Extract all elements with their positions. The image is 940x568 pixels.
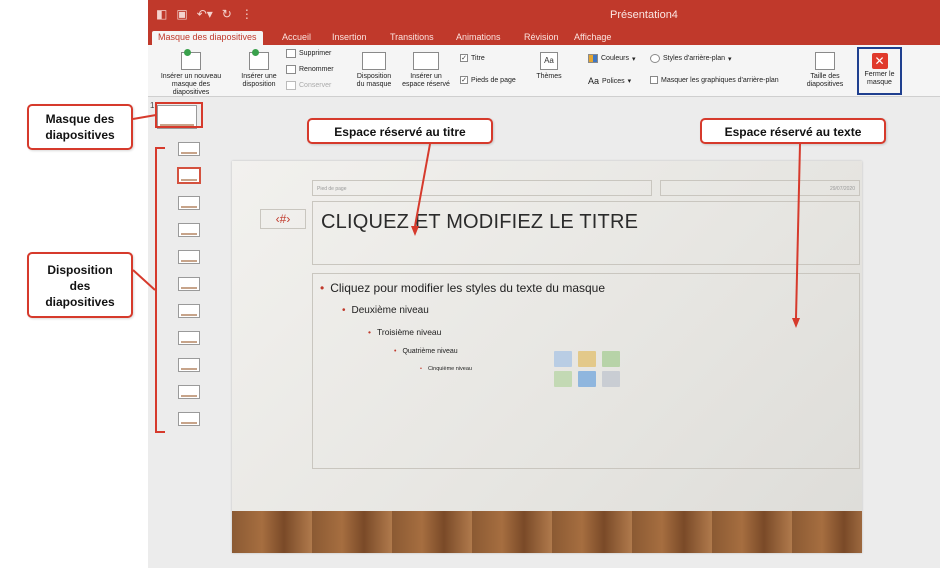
master-highlight-box bbox=[155, 102, 203, 128]
slide-size-label: Taille des diapositives bbox=[806, 73, 844, 88]
text-level-5: • Cinquième niveau bbox=[420, 366, 472, 372]
chevron-down-icon: ▾ bbox=[728, 55, 732, 63]
powerpoint-window: ◧ ▣ ↶▾ ↻ ⋮ Présentation4 Masque des diap… bbox=[148, 0, 940, 568]
hide-background-checkbox[interactable]: Masquer les graphiques d'arrière-plan bbox=[650, 76, 779, 84]
slide-number-placeholder[interactable]: ‹#› bbox=[260, 209, 306, 229]
layout-thumbnail[interactable] bbox=[178, 385, 200, 399]
master-layout-button[interactable]: Disposition du masque bbox=[352, 52, 396, 89]
text-level-4: • Quatrième niveau bbox=[394, 348, 458, 355]
themes-button[interactable]: Aa Thèmes bbox=[532, 52, 566, 81]
picture-icon[interactable] bbox=[554, 371, 572, 387]
date-placeholder[interactable]: 29/07/2020 bbox=[660, 180, 860, 196]
callout-title-placeholder: Espace réservé au titre bbox=[307, 118, 493, 144]
insert-layout-label: Insérer une disposition bbox=[241, 73, 277, 88]
callout-slide-master: Masque des diapositives bbox=[27, 104, 133, 150]
chart-icon[interactable] bbox=[578, 351, 596, 367]
layout-thumbnail[interactable] bbox=[178, 142, 200, 156]
master-layout-label: Disposition du masque bbox=[356, 73, 392, 88]
background-styles-button[interactable]: Styles d'arrière-plan ▾ bbox=[650, 54, 732, 63]
fonts-icon: Aa bbox=[588, 76, 600, 86]
layout-thumbnail[interactable] bbox=[177, 167, 201, 184]
delete-icon bbox=[286, 49, 296, 58]
insert-layout-button[interactable]: Insérer une disposition bbox=[238, 49, 280, 89]
layout-thumbnail[interactable] bbox=[178, 277, 200, 291]
folder-icon[interactable] bbox=[578, 371, 596, 387]
layout-thumbnail[interactable] bbox=[178, 223, 200, 237]
insert-master-button[interactable]: Insérer un nouveau masque des diapositiv… bbox=[156, 49, 226, 97]
checkbox-empty-icon bbox=[650, 76, 658, 84]
tab-home[interactable]: Accueil bbox=[276, 31, 317, 45]
video-icon[interactable] bbox=[602, 371, 620, 387]
callout-layouts: Disposition des diapositives bbox=[27, 252, 133, 318]
table-icon[interactable] bbox=[554, 351, 572, 367]
chevron-down-icon: ▾ bbox=[632, 55, 636, 63]
slide-number: 1 bbox=[150, 101, 155, 110]
smartart-icon[interactable] bbox=[602, 351, 620, 367]
layout-thumbnail[interactable] bbox=[178, 412, 200, 426]
close-master-button[interactable]: ✕ Fermer le masque bbox=[857, 47, 902, 95]
background-styles-icon bbox=[650, 54, 660, 63]
app: ◧ ▣ ↶▾ ↻ ⋮ Présentation4 Masque des diap… bbox=[0, 0, 940, 568]
ribbon-tabs: Masque des diapositives Accueil Insertio… bbox=[148, 30, 940, 45]
insert-master-icon bbox=[181, 49, 201, 70]
themes-icon: Aa bbox=[540, 52, 558, 70]
wood-floor-background bbox=[232, 511, 862, 553]
tab-insert[interactable]: Insertion bbox=[326, 31, 373, 45]
insert-master-label: Insérer un nouveau masque des diapositiv… bbox=[160, 73, 222, 96]
insert-placeholder-button[interactable]: Insérer un espace réservé bbox=[400, 52, 452, 89]
footers-checkbox[interactable]: ✓ Pieds de page bbox=[460, 76, 516, 84]
slide-size-icon bbox=[815, 52, 835, 70]
fonts-button[interactable]: Aa Polices ▾ bbox=[588, 76, 631, 86]
tab-view[interactable]: Affichage bbox=[568, 31, 617, 45]
layout-thumbnail[interactable] bbox=[178, 358, 200, 372]
slide-canvas: Pied de page 29/07/2020 ‹#› CLIQUEZ ET M… bbox=[216, 97, 940, 568]
title-bar: ◧ ▣ ↶▾ ↻ ⋮ Présentation4 bbox=[148, 0, 940, 30]
slide-master[interactable]: Pied de page 29/07/2020 ‹#› CLIQUEZ ET M… bbox=[232, 161, 862, 553]
slide-title: CLIQUEZ ET MODIFIEZ LE TITRE bbox=[321, 211, 639, 233]
tab-transitions[interactable]: Transitions bbox=[384, 31, 440, 45]
rename-icon bbox=[286, 65, 296, 74]
footer-placeholder[interactable]: Pied de page bbox=[312, 180, 652, 196]
close-icon: ✕ bbox=[871, 53, 888, 69]
delete-button[interactable]: Supprimer bbox=[286, 49, 331, 58]
chevron-down-icon: ▾ bbox=[627, 78, 632, 85]
content-insert-icons bbox=[554, 351, 622, 387]
checkmark-icon: ✓ bbox=[460, 54, 468, 62]
insert-placeholder-label: Insérer un espace réservé bbox=[402, 73, 450, 88]
document-title: Présentation4 bbox=[610, 9, 678, 21]
text-level-1: • Cliquez pour modifier les styles du tex… bbox=[320, 281, 606, 295]
slide-size-button[interactable]: Taille des diapositives bbox=[802, 52, 848, 89]
title-checkbox[interactable]: ✓ Titre bbox=[460, 54, 485, 62]
layout-thumbnail[interactable] bbox=[178, 331, 200, 345]
tab-slide-master[interactable]: Masque des diapositives bbox=[152, 31, 263, 45]
preserve-button[interactable]: Conserver bbox=[286, 81, 331, 90]
themes-label: Thèmes bbox=[536, 73, 562, 80]
close-master-label: Fermer le masque bbox=[864, 71, 895, 86]
master-layout-icon bbox=[362, 52, 386, 70]
ribbon: Insérer un nouveau masque des diapositiv… bbox=[148, 45, 940, 97]
preserve-icon bbox=[286, 81, 296, 90]
insert-placeholder-icon bbox=[413, 52, 439, 70]
text-level-3: • Troisième niveau bbox=[368, 327, 442, 337]
layouts-bracket bbox=[155, 147, 165, 433]
insert-layout-icon bbox=[249, 49, 269, 70]
layout-thumbnail[interactable] bbox=[178, 196, 200, 210]
text-level-2: • Deuxième niveau bbox=[342, 305, 429, 316]
callout-text-placeholder: Espace réservé au texte bbox=[700, 118, 886, 144]
colors-icon bbox=[588, 54, 598, 63]
rename-button[interactable]: Renommer bbox=[286, 65, 334, 74]
tab-review[interactable]: Révision bbox=[518, 31, 565, 45]
tab-animations[interactable]: Animations bbox=[450, 31, 507, 45]
layout-thumbnail[interactable] bbox=[178, 304, 200, 318]
colors-button[interactable]: Couleurs ▾ bbox=[588, 54, 636, 63]
checkmark-icon: ✓ bbox=[460, 76, 468, 84]
layout-thumbnail[interactable] bbox=[178, 250, 200, 264]
